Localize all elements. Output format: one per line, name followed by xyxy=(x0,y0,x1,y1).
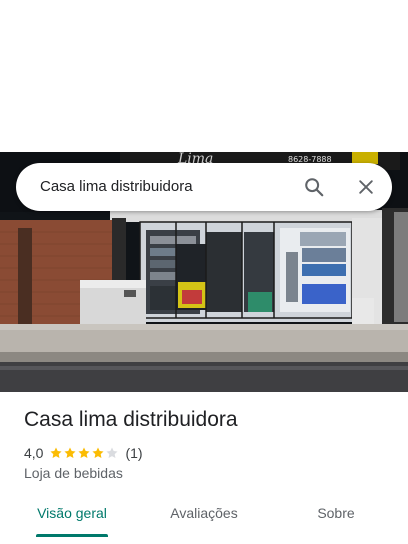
search-input[interactable]: Casa lima distribuidora xyxy=(40,163,193,211)
star-filled-icon xyxy=(50,447,63,459)
star-filled-icon xyxy=(92,447,105,459)
tab-bar: Visão geral Avaliações Sobre xyxy=(0,490,408,544)
star-empty-icon xyxy=(106,447,119,459)
tab-overview[interactable]: Visão geral xyxy=(24,490,120,536)
review-count[interactable]: (1) xyxy=(125,445,142,461)
rating-value: 4,0 xyxy=(24,445,44,461)
close-icon xyxy=(359,180,373,194)
search-icon xyxy=(305,178,324,197)
active-tab-indicator xyxy=(36,534,108,537)
rating-stars xyxy=(49,446,119,460)
rating-row[interactable]: 4,0 (1) xyxy=(24,444,143,462)
place-category[interactable]: Loja de bebidas xyxy=(24,465,123,481)
tab-about[interactable]: Sobre xyxy=(288,490,384,536)
search-bar[interactable]: Casa lima distribuidora xyxy=(16,163,392,211)
tab-reviews[interactable]: Avaliações xyxy=(156,490,252,536)
star-filled-icon xyxy=(78,447,91,459)
star-filled-icon xyxy=(64,447,77,459)
place-title: Casa lima distribuidora xyxy=(24,408,238,431)
close-button[interactable] xyxy=(352,173,380,201)
search-button[interactable] xyxy=(300,173,328,201)
